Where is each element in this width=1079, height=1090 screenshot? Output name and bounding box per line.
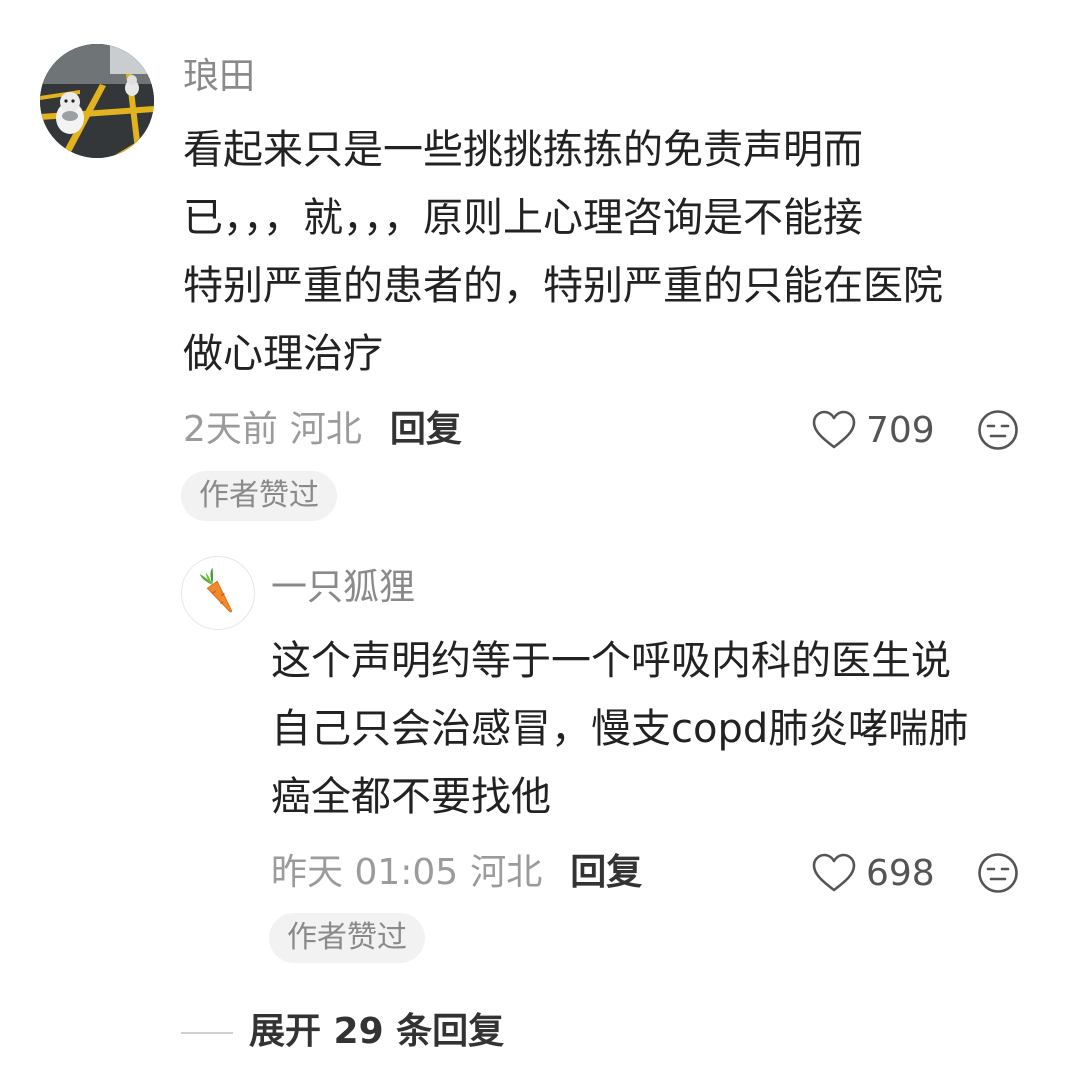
- comment-text: 看起来只是一些挑挑拣拣的免责声明而 已，，，就，，，原则上心理咨询是不能接 特别…: [183, 127, 943, 377]
- reply-location: 河北: [470, 852, 543, 893]
- expand-replies-button[interactable]: 展开 29 条回复: [249, 1007, 504, 1057]
- reply-author-liked-badge: 作者赞过: [269, 913, 425, 963]
- reply-like-button[interactable]: 698: [812, 848, 935, 898]
- author-liked-badge: 作者赞过: [181, 471, 337, 521]
- reply-time: 昨天 01:05: [271, 852, 459, 893]
- like-count: 709: [866, 409, 935, 451]
- reply-dislike-button[interactable]: [977, 852, 1019, 894]
- reply-meta: 昨天 01:05 河北 回复: [271, 848, 642, 898]
- like-button[interactable]: 709: [812, 405, 935, 455]
- reply-like-count: 698: [866, 852, 935, 894]
- comment-thread: 琅田 看起来只是一些挑挑拣拣的免责声明而 已，，，就，，，原则上心理咨询是不能接…: [0, 0, 1079, 1090]
- reply-reply-button[interactable]: 回复: [570, 848, 642, 898]
- heart-outline-icon: [812, 410, 856, 449]
- carrot-icon: [199, 567, 232, 613]
- expand-divider: [181, 1032, 233, 1034]
- reply-avatar[interactable]: [181, 556, 255, 630]
- meh-face-icon: [978, 853, 1018, 893]
- comment-meta: 2天前 河北 回复: [183, 405, 462, 455]
- dislike-button[interactable]: [977, 409, 1019, 451]
- comment-time: 2天前: [183, 409, 278, 450]
- comment-location: 河北: [289, 409, 362, 450]
- avatar[interactable]: [40, 44, 154, 158]
- reply-button[interactable]: 回复: [390, 405, 462, 455]
- heart-outline-icon: [812, 853, 856, 892]
- reply-text: 这个声明约等于一个呼吸内科的医生说 自己只会治感冒，慢支copd肺炎哮喘肺 癌全…: [271, 638, 969, 820]
- meh-face-icon: [978, 410, 1018, 450]
- reply-username[interactable]: 一只狐狸: [271, 563, 415, 613]
- comment-username[interactable]: 琅田: [183, 52, 255, 102]
- road-cat-photo: [40, 44, 154, 158]
